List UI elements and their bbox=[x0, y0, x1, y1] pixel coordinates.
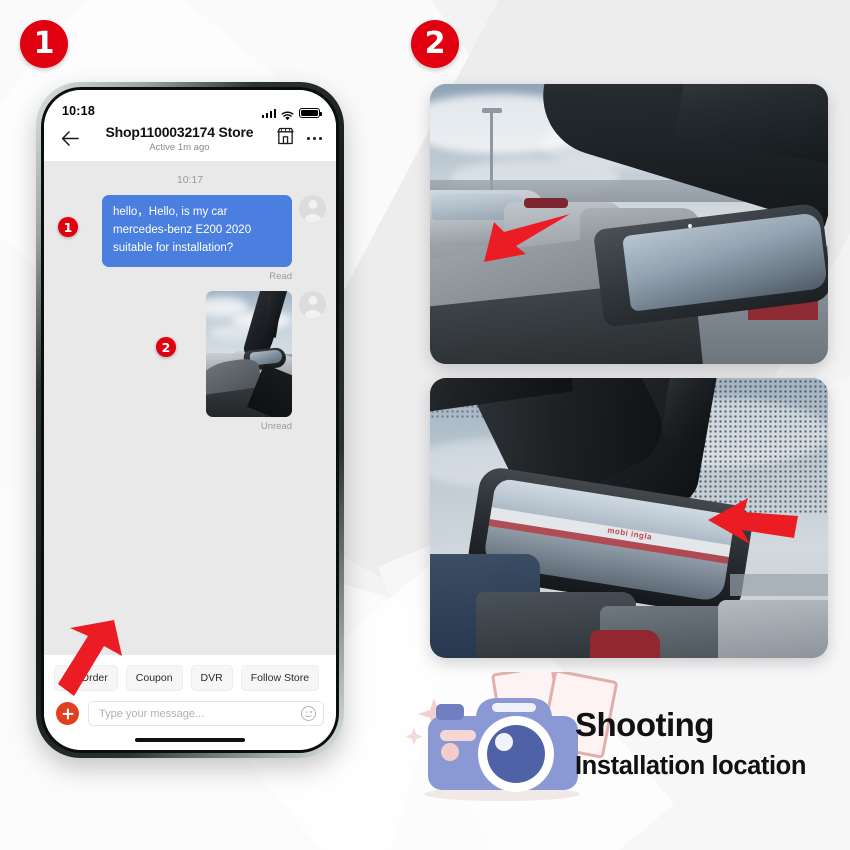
chat-title-block: Shop1100032174 Store Active 1m ago bbox=[84, 124, 275, 153]
conversation-timestamp: 10:17 bbox=[176, 174, 204, 186]
conversation-area: 10:17 1 hello，Hello, is my car mercedes-… bbox=[44, 162, 336, 655]
chat-header-actions bbox=[275, 126, 324, 151]
inline-badge-1: 1 bbox=[58, 217, 78, 237]
message-composer: Type your message... bbox=[44, 698, 336, 734]
more-options-icon[interactable] bbox=[305, 136, 324, 141]
status-time: 10:18 bbox=[62, 104, 95, 118]
step-badge-2: 2 bbox=[411, 20, 459, 68]
message-input[interactable]: Type your message... bbox=[88, 701, 324, 726]
photo-rearview-mirror: mobi ingla bbox=[430, 378, 828, 658]
store-activity-status: Active 1m ago bbox=[149, 142, 210, 153]
message-bubble-outgoing[interactable]: hello，Hello, is my car mercedes-benz E20… bbox=[102, 195, 292, 268]
add-attachment-icon[interactable] bbox=[56, 702, 79, 725]
footer-title: Shooting bbox=[575, 706, 714, 743]
chip-coupon[interactable]: Coupon bbox=[125, 665, 183, 691]
inline-badge-2: 2 bbox=[156, 337, 176, 357]
message-row-text: 1 hello，Hello, is my car mercedes-benz E… bbox=[54, 195, 326, 268]
chip-follow-store[interactable]: Follow Store bbox=[240, 665, 320, 691]
status-icons bbox=[261, 107, 322, 121]
message-image-thumbnail[interactable] bbox=[206, 291, 292, 418]
avatar bbox=[299, 291, 326, 319]
red-car bbox=[590, 630, 660, 658]
light-pole-head bbox=[482, 108, 502, 113]
red-arrow-icon-composer bbox=[58, 620, 122, 696]
avatar bbox=[299, 195, 326, 222]
distant-building bbox=[730, 574, 828, 596]
message-read-status: Read bbox=[269, 271, 292, 283]
status-bar: 10:18 bbox=[44, 90, 336, 121]
store-name: Shop1100032174 Store bbox=[105, 124, 254, 140]
wifi-icon bbox=[281, 108, 294, 121]
red-arrow-icon-photo-1 bbox=[484, 214, 570, 262]
home-bar bbox=[135, 738, 245, 742]
red-car bbox=[524, 198, 568, 208]
message-row-image: 2 bbox=[54, 291, 326, 418]
message-input-placeholder: Type your message... bbox=[99, 707, 205, 720]
message-unread-status: Unread bbox=[260, 421, 292, 433]
smiley-icon[interactable] bbox=[301, 706, 316, 721]
signal-icon bbox=[261, 108, 276, 118]
photo-windshield-mirror-mount bbox=[430, 84, 828, 364]
promo-infographic-page: 1 2 10:18 Shop1100032174 Store Active 1m… bbox=[0, 0, 850, 850]
back-arrow-icon[interactable] bbox=[56, 131, 84, 146]
red-arrow-icon-photo-2 bbox=[708, 498, 798, 544]
storefront-icon[interactable] bbox=[275, 126, 296, 151]
battery-icon bbox=[299, 107, 322, 118]
footer-subtitle: Installation location bbox=[575, 752, 807, 780]
chip-dvr[interactable]: DVR bbox=[190, 665, 233, 691]
car-mirror-thumbnail-art bbox=[206, 291, 292, 418]
home-indicator-area bbox=[44, 734, 336, 750]
step-badge-1: 1 bbox=[20, 20, 68, 68]
parked-car bbox=[718, 600, 828, 658]
chat-header: Shop1100032174 Store Active 1m ago bbox=[44, 120, 336, 162]
